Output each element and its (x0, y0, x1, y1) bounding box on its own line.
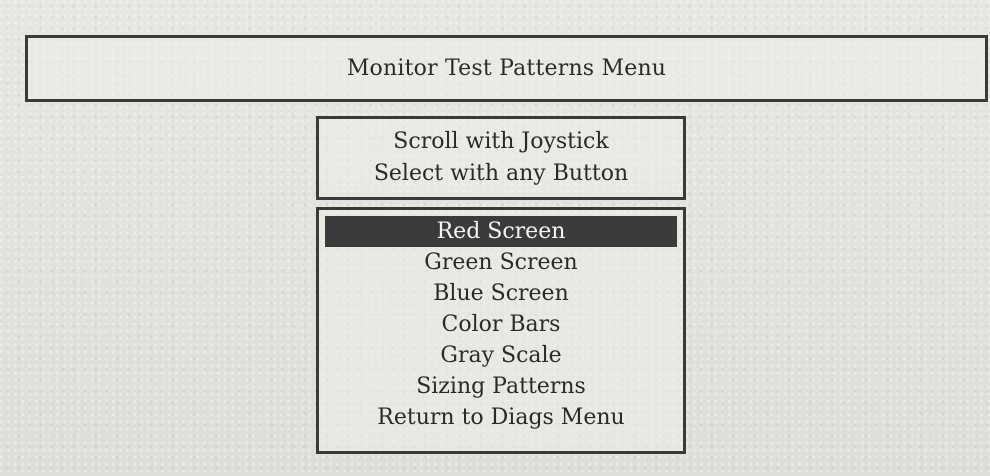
menu-item-blue-screen[interactable]: Blue Screen (325, 278, 677, 309)
menu-item-green-screen[interactable]: Green Screen (325, 247, 677, 278)
instruction-select-text: Select with any Button (373, 161, 629, 186)
menu-item-red-screen[interactable]: Red Screen (325, 216, 677, 247)
instructions-panel: Scroll with Joystick Select with any But… (316, 116, 686, 200)
menu-panel: Red Screen Green Screen Blue Screen Colo… (316, 207, 686, 454)
page-title: Monitor Test Patterns Menu (346, 56, 667, 81)
menu-item-color-bars[interactable]: Color Bars (325, 309, 677, 340)
menu-item-sizing-patterns[interactable]: Sizing Patterns (325, 371, 677, 402)
menu-item-gray-scale[interactable]: Gray Scale (325, 340, 677, 371)
menu-list: Red Screen Green Screen Blue Screen Colo… (325, 216, 677, 433)
menu-item-return-to-diags[interactable]: Return to Diags Menu (325, 402, 677, 433)
title-panel: Monitor Test Patterns Menu (25, 35, 988, 102)
instruction-scroll-text: Scroll with Joystick (393, 129, 609, 154)
